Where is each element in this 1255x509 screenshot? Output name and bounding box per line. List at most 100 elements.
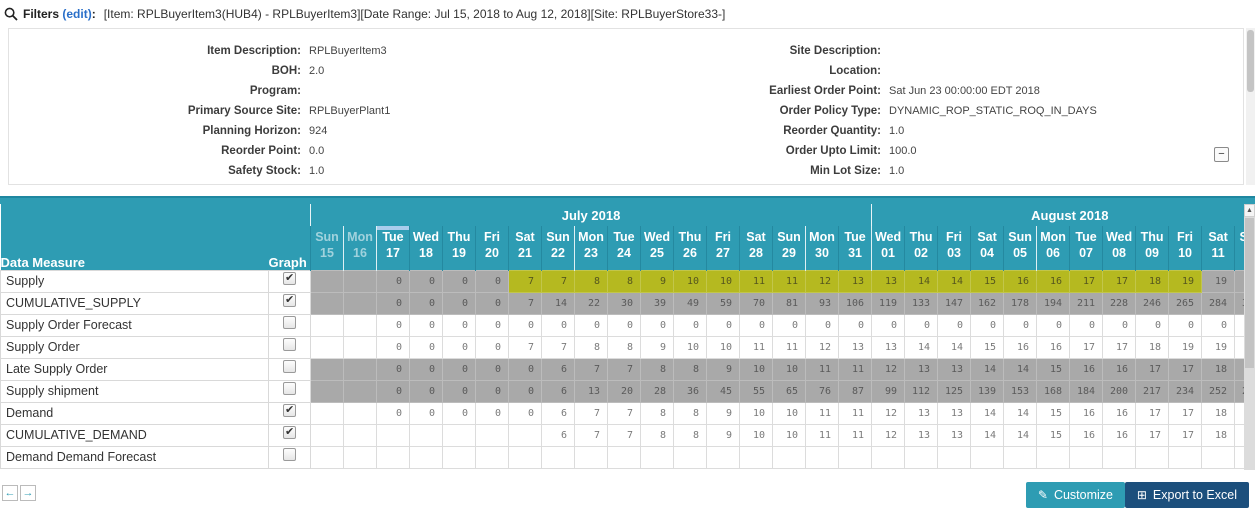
field-label: Planning Horizon:	[202, 125, 301, 137]
graph-checkbox[interactable]	[283, 338, 296, 351]
table-scrollbar-thumb[interactable]	[1245, 218, 1254, 368]
value-cell	[343, 423, 377, 447]
graph-checkbox[interactable]	[283, 425, 296, 439]
graph-checkbox[interactable]	[283, 293, 296, 307]
graph-cell	[268, 445, 311, 469]
value-cell	[739, 445, 773, 469]
value-cell	[343, 269, 377, 293]
value-cell: 0	[1069, 313, 1104, 337]
value-cell: 0	[508, 379, 542, 403]
value-cell: 8	[640, 357, 674, 381]
value-cell: 59	[706, 291, 740, 315]
measure-label: Late Supply Order	[0, 357, 269, 381]
page-next-button[interactable]: →	[20, 485, 36, 501]
value-cell: 0	[508, 313, 542, 337]
value-cell: 0	[409, 335, 443, 359]
value-cell: 11	[772, 335, 806, 359]
value-cell: 10	[739, 401, 773, 425]
value-cell: 0	[1102, 313, 1137, 337]
panel-field-left-4: Planning Horizon: 924	[129, 121, 390, 141]
value-cell	[1102, 445, 1137, 469]
value-cell: 8	[607, 269, 641, 293]
value-cell: 17	[1069, 269, 1104, 293]
panel-scrollbar[interactable]	[1246, 28, 1255, 185]
value-cell: 36	[673, 379, 707, 403]
value-cell	[442, 423, 476, 447]
value-cell: 0	[904, 313, 939, 337]
filters-edit-link[interactable]: (edit)	[62, 7, 91, 21]
value-cell	[343, 445, 377, 469]
day-header-sat-28: Sat 28	[739, 226, 773, 270]
value-cell: 15	[970, 269, 1005, 293]
table-top-strip	[0, 196, 1255, 204]
panel-field-right-3: Order Policy Type: DYNAMIC_ROP_STATIC_ROQ…	[709, 101, 1097, 121]
graph-checkbox[interactable]	[283, 360, 296, 373]
graph-cell	[268, 423, 311, 447]
value-cell: 19	[1168, 269, 1203, 293]
value-cell: 0	[640, 313, 674, 337]
value-cell	[310, 269, 344, 293]
value-cell: 99	[871, 379, 906, 403]
value-cell	[1069, 445, 1104, 469]
value-cell: 17	[1135, 401, 1170, 425]
value-cell: 18	[1135, 335, 1170, 359]
planning-table: Data Measure Graph July 2018 August 2018 Sun…	[0, 204, 1255, 469]
value-cell: 17	[1102, 269, 1137, 293]
value-cell: 11	[837, 357, 873, 381]
table-scrollbar[interactable]: ▲	[1244, 204, 1255, 470]
value-cell: 178	[1003, 291, 1038, 315]
scroll-up-arrow[interactable]: ▲	[1244, 204, 1255, 217]
graph-checkbox[interactable]	[283, 271, 296, 285]
measure-label: CUMULATIVE_DEMAND	[0, 423, 269, 447]
value-cell: 14	[937, 335, 972, 359]
value-cell: 0	[409, 379, 443, 403]
filters-label: Filters	[23, 7, 60, 21]
day-header-tue-24: Tue 24	[607, 226, 641, 270]
value-cell: 16	[1102, 401, 1137, 425]
value-cell: 13	[904, 401, 939, 425]
value-cell: 8	[640, 423, 674, 447]
value-cell: 16	[1003, 269, 1038, 293]
value-cell	[310, 379, 344, 403]
customize-label: Customize	[1053, 488, 1113, 502]
value-cell: 14	[1003, 357, 1038, 381]
day-header-mon-23: Mon 23	[574, 226, 608, 270]
value-cell: 12	[871, 423, 906, 447]
value-cell: 10	[739, 423, 773, 447]
measure-row-0: Supply0000778891010111112131314141516161…	[0, 269, 1255, 293]
value-cell: 6	[541, 379, 575, 403]
value-cell: 10	[772, 401, 806, 425]
value-cell: 228	[1102, 291, 1137, 315]
graph-checkbox[interactable]	[283, 316, 296, 329]
panel-right-column: Site Description: Location: Earliest Order…	[709, 41, 1097, 181]
customize-button[interactable]: ✎ Customize	[1025, 482, 1125, 508]
panel-scrollbar-thumb[interactable]	[1247, 30, 1254, 92]
value-cell: 211	[1069, 291, 1104, 315]
planning-grid: Data Measure Graph July 2018 August 2018 Sun…	[0, 204, 1255, 470]
value-cell: 10	[772, 423, 806, 447]
day-header-sun-05: Sun 05	[1003, 226, 1037, 270]
graph-checkbox[interactable]	[283, 448, 296, 461]
page-prev-button[interactable]: ←	[2, 485, 18, 501]
day-header-mon-06: Mon 06	[1036, 226, 1070, 270]
value-cell: 0	[442, 269, 476, 293]
value-cell: 16	[1102, 357, 1137, 381]
graph-checkbox[interactable]	[283, 382, 296, 395]
value-cell: 12	[805, 335, 839, 359]
value-cell	[310, 423, 344, 447]
value-cell: 0	[442, 313, 476, 337]
value-cell: 13	[937, 357, 972, 381]
graph-cell	[268, 313, 311, 337]
panel-collapse-button[interactable]: −	[1214, 147, 1229, 162]
filter-bar: Filters (edit): [Item: RPLBuyerItem3(HUB…	[0, 0, 1255, 28]
value-cell: 16	[1069, 357, 1104, 381]
value-cell: 14	[904, 269, 939, 293]
graph-checkbox[interactable]	[283, 403, 296, 417]
field-value: 2.0	[309, 65, 325, 77]
panel-field-right-5: Order Upto Limit: 100.0	[709, 141, 1097, 161]
value-cell: 7	[607, 401, 641, 425]
value-cell: 17	[1168, 423, 1203, 447]
export-to-excel-button[interactable]: ⊞ Export to Excel	[1124, 482, 1249, 508]
value-cell	[343, 401, 377, 425]
value-cell: 17	[1102, 335, 1137, 359]
